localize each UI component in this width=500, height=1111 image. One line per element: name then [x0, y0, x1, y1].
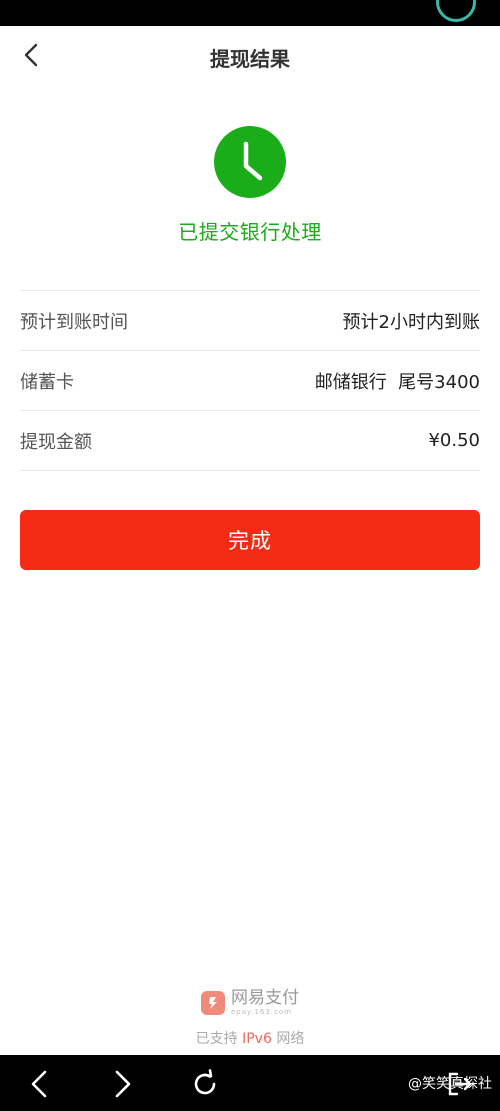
- detail-label: 储蓄卡: [20, 371, 74, 393]
- detail-list: 预计到账时间 预计2小时内到账 储蓄卡 邮储银行 尾号3400 提现金额 ¥0.…: [20, 290, 480, 471]
- browser-forward-button[interactable]: [106, 1067, 140, 1101]
- browser-back-button[interactable]: [22, 1067, 56, 1101]
- detail-value: ¥0.50: [428, 430, 480, 451]
- detail-row-amount: 提现金额 ¥0.50: [20, 411, 480, 471]
- status-ring-icon: [436, 0, 476, 22]
- brand-domain: epay.163.com: [231, 1008, 292, 1016]
- detail-row-card: 储蓄卡 邮储银行 尾号3400: [20, 351, 480, 411]
- ipv6-prefix: 已支持: [195, 1031, 238, 1047]
- chevron-right-icon: [115, 1070, 131, 1098]
- detail-row-arrival-time: 预计到账时间 预计2小时内到账: [20, 291, 480, 351]
- reload-icon: [194, 1069, 216, 1095]
- nav-bar: 提现结果: [0, 26, 500, 86]
- page-title: 提现结果: [210, 47, 290, 71]
- watermark: @笑笑真探社: [408, 1076, 492, 1092]
- status-text: 已提交银行处理: [178, 220, 322, 244]
- status-bar: [0, 0, 500, 26]
- result-section: 已提交银行处理: [0, 126, 500, 245]
- ipv6-highlight: IPv6: [242, 1031, 272, 1047]
- reload-button[interactable]: [188, 1067, 222, 1101]
- footer: 网易支付 epay.163.com 已支持 IPv6 网络: [0, 990, 500, 1048]
- browser-toolbar: @笑笑真探社: [0, 1055, 500, 1111]
- detail-label: 提现金额: [20, 431, 92, 453]
- detail-value: 预计2小时内到账: [342, 311, 480, 333]
- ipv6-suffix: 网络: [276, 1031, 305, 1047]
- detail-value: 邮储银行 尾号3400: [314, 371, 480, 393]
- chevron-left-icon: [31, 1070, 47, 1098]
- brand-text: 网易支付 epay.163.com: [231, 990, 299, 1016]
- clock-icon: [214, 126, 286, 198]
- detail-label: 预计到账时间: [20, 311, 128, 333]
- brand-name: 网易支付: [231, 988, 299, 1008]
- done-button[interactable]: 完成: [20, 510, 480, 570]
- epay-logo-icon: [201, 991, 225, 1015]
- brand: 网易支付 epay.163.com: [0, 990, 500, 1016]
- ipv6-notice: 已支持 IPv6 网络: [0, 1028, 500, 1048]
